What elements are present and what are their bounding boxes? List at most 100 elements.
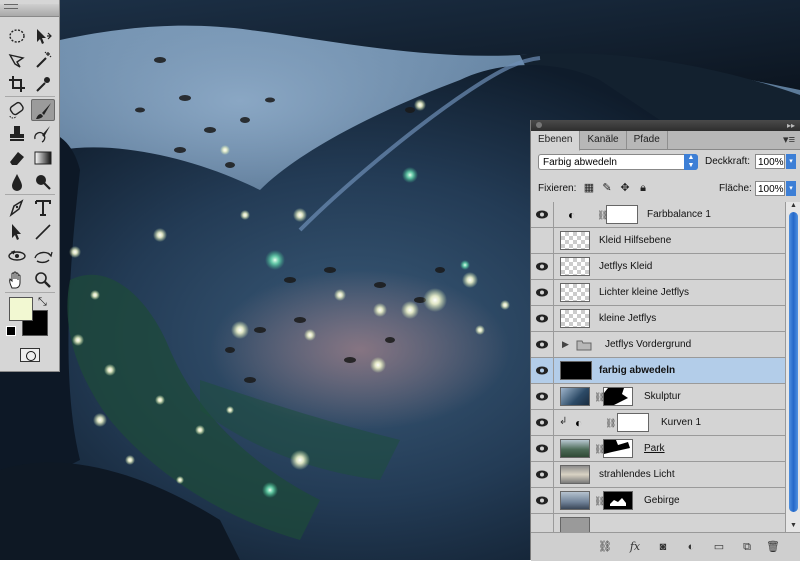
marquee-icon[interactable] [5, 25, 29, 47]
magic-wand-icon[interactable] [31, 49, 55, 71]
fill-dropdown-icon[interactable]: ▾ [786, 181, 796, 196]
tab-kanaele[interactable]: Kanäle [580, 131, 627, 149]
3d-rotate-icon[interactable] [5, 245, 29, 267]
layer-thumbnail[interactable] [560, 491, 590, 510]
opacity-dropdown-icon[interactable]: ▾ [786, 154, 796, 169]
default-colors-icon[interactable] [6, 326, 16, 336]
scroll-up-icon[interactable]: ▲ [786, 202, 800, 212]
tab-pfade[interactable]: Pfade [627, 131, 668, 149]
new-group-icon[interactable]: ▭ [711, 539, 727, 555]
layer-row[interactable]: ↲ ◐ ⛓ Kurven 1 [531, 410, 785, 436]
layer-thumbnail[interactable] [560, 309, 590, 328]
eye-icon [536, 262, 548, 271]
add-mask-icon[interactable]: ◙ [655, 539, 671, 555]
opacity-input[interactable]: 100% [755, 154, 785, 169]
layer-mask-thumbnail[interactable] [603, 439, 633, 458]
visibility-toggle[interactable] [531, 436, 554, 461]
lasso-icon[interactable] [5, 49, 29, 71]
fill-label: Fläche: [719, 183, 752, 194]
layer-row[interactable]: Jetflys Kleid [531, 254, 785, 280]
stamp-icon[interactable] [5, 123, 29, 145]
brush-icon[interactable] [31, 99, 55, 121]
visibility-toggle[interactable] [531, 228, 554, 253]
layer-name: Lichter kleine Jetflys [599, 287, 690, 298]
visibility-toggle[interactable] [531, 410, 554, 435]
layer-mask-thumbnail[interactable] [617, 413, 649, 432]
move-icon[interactable] [31, 25, 55, 47]
visibility-toggle[interactable] [531, 306, 554, 331]
path-select-icon[interactable] [5, 221, 29, 243]
visibility-toggle[interactable] [531, 280, 554, 305]
layer-row[interactable]: ⛓ Skulptur [531, 384, 785, 410]
layer-row[interactable]: ⛓ Park [531, 436, 785, 462]
quick-mask-button[interactable] [20, 348, 40, 362]
visibility-toggle[interactable] [531, 254, 554, 279]
panel-titlebar[interactable]: ▸▸ [531, 120, 800, 131]
type-icon[interactable] [31, 197, 55, 219]
layer-group-row[interactable]: ▶ Jetflys Vordergrund [531, 332, 785, 358]
panel-collapse-icon[interactable]: ▸▸ [787, 121, 795, 130]
layer-row[interactable]: Lichter kleine Jetflys [531, 280, 785, 306]
zoom-icon[interactable] [31, 269, 55, 291]
foreground-color-swatch[interactable] [9, 297, 33, 321]
layer-mask-thumbnail[interactable] [603, 387, 633, 406]
layer-row[interactable]: strahlendes Licht [531, 462, 785, 488]
lock-transparency-icon[interactable]: ▦ [583, 182, 595, 194]
blend-mode-select[interactable]: Farbig abwedeln ▲ ▼ [538, 154, 698, 170]
layer-thumbnail[interactable] [560, 465, 590, 484]
visibility-toggle[interactable] [531, 202, 554, 227]
eyedropper-icon[interactable] [31, 73, 55, 95]
layer-mask-thumbnail[interactable] [603, 491, 633, 510]
fx-icon[interactable]: fx [627, 539, 643, 555]
layer-thumbnail[interactable] [560, 231, 590, 250]
swap-colors-icon[interactable]: ⤡ [38, 296, 47, 309]
panel-menu-icon[interactable]: ▾≡ [783, 133, 795, 146]
3d-orbit-icon[interactable] [31, 245, 55, 267]
visibility-toggle[interactable] [531, 332, 554, 357]
lock-image-icon[interactable]: ✎ [601, 182, 613, 194]
adjustment-layer-icon[interactable]: ◐ [683, 539, 699, 555]
line-icon[interactable] [31, 221, 55, 243]
link-layers-icon[interactable]: ⛓ [597, 539, 613, 555]
panel-close-icon[interactable] [536, 122, 542, 128]
crop-icon[interactable] [5, 73, 29, 95]
visibility-toggle[interactable] [531, 384, 554, 409]
layer-thumbnail[interactable] [560, 283, 590, 302]
trash-icon[interactable]: 🗑︎ [765, 539, 781, 555]
layer-thumbnail[interactable] [560, 439, 590, 458]
fill-input[interactable]: 100% [755, 181, 785, 196]
visibility-toggle[interactable] [531, 514, 554, 532]
link-icon: ⛓ [605, 418, 617, 428]
lock-position-icon[interactable]: ✥ [619, 182, 631, 194]
layer-thumbnail[interactable] [560, 257, 590, 276]
spot-healing-icon[interactable] [5, 99, 29, 121]
scrollbar-thumb[interactable] [789, 212, 798, 512]
layer-row[interactable]: kleine Jetflys [531, 306, 785, 332]
lock-all-icon[interactable]: 🔒︎ [637, 182, 649, 194]
layer-row[interactable]: ⛓ Gebirge [531, 488, 785, 514]
dodge-icon[interactable] [31, 171, 55, 193]
tab-ebenen[interactable]: Ebenen [531, 131, 581, 151]
visibility-toggle[interactable] [531, 488, 554, 513]
visibility-toggle[interactable] [531, 358, 554, 383]
hand-icon[interactable] [5, 269, 29, 291]
layer-row-selected[interactable]: farbig abwedeln [531, 358, 785, 384]
pen-icon[interactable] [5, 197, 29, 219]
layer-row[interactable]: ◐ ⛓ Farbbalance 1 [531, 202, 785, 228]
gradient-icon[interactable] [31, 147, 55, 169]
tools-grip[interactable] [0, 4, 59, 17]
layer-thumbnail[interactable] [560, 387, 590, 406]
visibility-toggle[interactable] [531, 462, 554, 487]
layer-thumbnail[interactable] [560, 517, 590, 532]
layer-mask-thumbnail[interactable] [606, 205, 638, 224]
layer-thumbnail[interactable] [560, 361, 592, 380]
blur-icon[interactable] [5, 171, 29, 193]
history-brush-icon[interactable] [31, 123, 55, 145]
eraser-icon[interactable] [5, 147, 29, 169]
new-layer-icon[interactable]: ⧉ [739, 539, 755, 555]
expand-triangle-icon[interactable]: ▶ [562, 339, 569, 350]
layer-row[interactable] [531, 514, 785, 532]
scroll-down-icon[interactable]: ▼ [786, 522, 800, 532]
layer-row[interactable]: Kleid Hilfsebene [531, 228, 785, 254]
layers-scrollbar[interactable]: ▲ ▼ [785, 202, 800, 532]
